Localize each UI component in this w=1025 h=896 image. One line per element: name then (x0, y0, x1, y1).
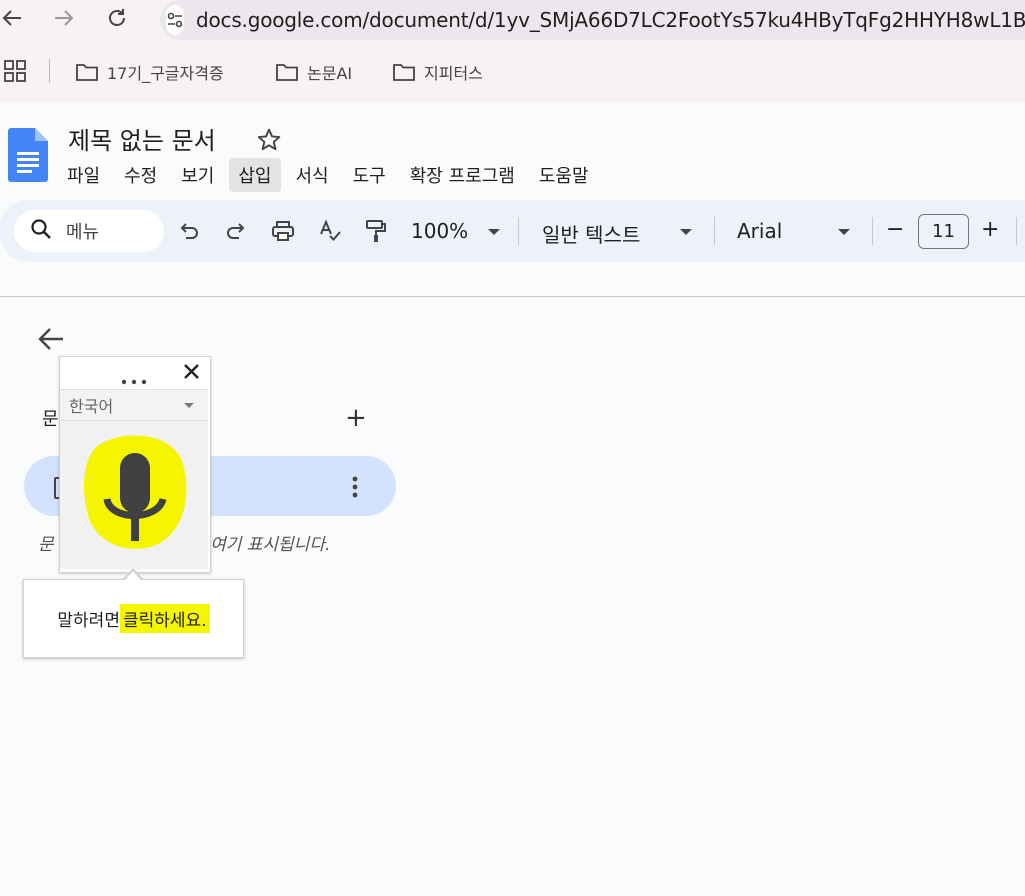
font-dropdown-icon[interactable] (838, 229, 850, 235)
voice-tooltip: 말하려면 클릭하세요. (23, 579, 244, 658)
font-size-input[interactable]: 11 (918, 214, 969, 249)
redo-icon[interactable] (222, 217, 250, 245)
docs-logo-icon[interactable] (8, 128, 48, 186)
document-title[interactable]: 제목 없는 문서 (68, 121, 216, 156)
tooltip-arrow-inner (124, 571, 142, 581)
menu-format[interactable]: 서식 (287, 158, 338, 192)
menu-view[interactable]: 보기 (172, 158, 223, 192)
font-family-value[interactable]: Arial (737, 219, 782, 243)
bookmark-divider (49, 59, 50, 83)
bookmark-item[interactable]: 논문AI (275, 60, 352, 84)
paint-format-icon[interactable] (362, 217, 390, 245)
menu-tools[interactable]: 도구 (344, 158, 395, 192)
close-icon[interactable] (183, 363, 200, 384)
bookmark-label: 논문AI (307, 64, 353, 83)
undo-icon[interactable] (175, 217, 203, 245)
bookmark-item[interactable]: 17기_구글자격증 (75, 60, 224, 84)
microphone-icon (83, 435, 187, 549)
paragraph-style-value[interactable]: 일반 텍스트 (542, 219, 640, 248)
folder-icon (76, 64, 98, 81)
menu-file[interactable]: 파일 (58, 158, 109, 192)
language-select[interactable]: 한국어 (60, 389, 208, 421)
outline-hint-end: ' 여기 표시됩니다. (200, 535, 331, 555)
microphone-button[interactable] (60, 421, 208, 569)
tooltip-highlight-text: 클릭하세요. (119, 604, 210, 633)
search-menus-label: 메뉴 (66, 222, 100, 243)
style-dropdown-icon[interactable] (680, 229, 692, 235)
language-dropdown-icon (184, 402, 194, 408)
apps-grid-icon[interactable] (4, 60, 26, 86)
increase-font-size-button[interactable]: + (981, 217, 999, 242)
search-icon (30, 218, 52, 244)
site-info-icon[interactable] (166, 5, 184, 35)
more-options-icon[interactable] (352, 476, 358, 502)
outline-hint-start: 문 (38, 535, 54, 555)
drag-handle-icon[interactable] (121, 370, 147, 389)
toolbar-divider (1016, 217, 1017, 245)
toolbar-divider (518, 217, 519, 245)
back-icon[interactable] (0, 6, 24, 30)
language-value: 한국어 (69, 397, 114, 416)
outline-title: 문 (42, 409, 59, 430)
bookmark-label: 지피터스 (424, 64, 483, 83)
bookmark-label: 17기_구글자격증 (107, 64, 224, 83)
menu-extensions[interactable]: 확장 프로그램 (401, 158, 524, 192)
header-divider (0, 296, 1025, 297)
star-icon[interactable] (256, 127, 282, 157)
zoom-dropdown-icon[interactable] (488, 229, 500, 235)
tooltip-text: 말하려면 (57, 611, 120, 631)
folder-icon (276, 64, 298, 81)
menu-edit[interactable]: 수정 (115, 158, 166, 192)
toolbar-divider (872, 217, 873, 245)
spellcheck-icon[interactable] (316, 217, 344, 245)
url-text[interactable]: docs.google.com/document/d/1yv_SMjA66D7L… (196, 8, 1025, 32)
folder-icon (393, 64, 415, 81)
menu-help[interactable]: 도움말 (530, 158, 598, 192)
bookmark-item[interactable]: 지피터스 (392, 60, 483, 84)
print-icon[interactable] (269, 217, 297, 245)
reload-icon[interactable] (105, 6, 129, 30)
forward-icon[interactable] (52, 6, 76, 30)
toolbar-divider (714, 217, 715, 245)
address-bar[interactable]: docs.google.com/document/d/1yv_SMjA66D7L… (160, 0, 1025, 40)
decrease-font-size-button[interactable]: − (886, 217, 904, 242)
add-tab-button[interactable]: + (345, 403, 367, 433)
search-menus-button[interactable]: 메뉴 (14, 210, 164, 252)
zoom-value[interactable]: 100% (411, 219, 468, 243)
back-arrow-icon[interactable] (37, 326, 65, 356)
menu-bar: 파일 수정 보기 삽입 서식 도구 확장 프로그램 도움말 (58, 158, 604, 192)
menu-insert[interactable]: 삽입 (229, 158, 281, 192)
